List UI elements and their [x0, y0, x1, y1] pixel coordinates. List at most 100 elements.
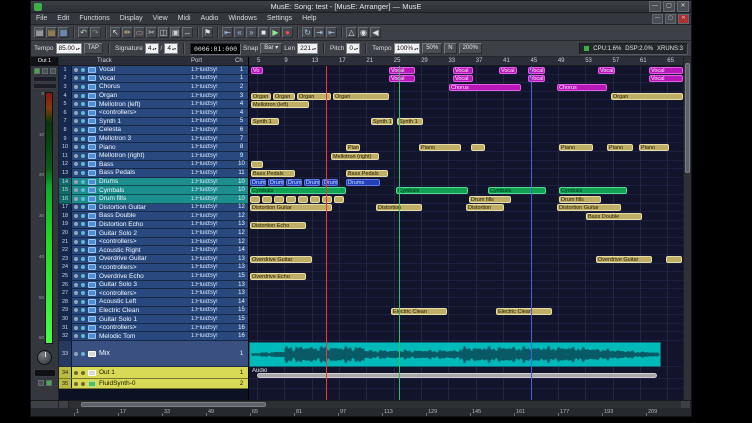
arranger-lane[interactable]	[249, 272, 683, 281]
track-row[interactable]: 20Guitar Solo 21:FluidSy!12	[59, 229, 248, 238]
track-row[interactable]: 22Acoustic Right1:FluidSy!14	[59, 246, 248, 255]
midi-part[interactable]: Piano	[559, 144, 593, 151]
monitor-dot[interactable]	[79, 308, 86, 312]
midi-part[interactable]: Drum	[286, 179, 302, 186]
track-row[interactable]: 11Mellotron (right)1:FluidSy!9	[59, 152, 248, 161]
midi-part[interactable]: Synth 1	[397, 118, 423, 125]
audio-waveform-part[interactable]	[249, 342, 661, 367]
track-port[interactable]: 1:FluidSy!	[191, 84, 235, 90]
menu-midi[interactable]: Midi	[173, 13, 196, 24]
midi-part[interactable]: Organ	[333, 93, 389, 100]
track-port[interactable]: 1:FluidSy!	[191, 282, 235, 288]
track-channel[interactable]: 12	[235, 239, 248, 245]
monitor-dot[interactable]	[79, 265, 86, 269]
eraser-tool-icon[interactable]: ▭	[134, 27, 145, 38]
midi-part[interactable]	[322, 196, 332, 203]
arranger-lane[interactable]	[249, 221, 683, 230]
record-arm-dot[interactable]	[72, 222, 79, 226]
monitor-dot[interactable]	[79, 154, 86, 158]
monitor-dot[interactable]	[79, 76, 86, 80]
record-arm-dot[interactable]	[72, 154, 79, 158]
midi-part[interactable]: Vocal	[649, 75, 683, 82]
tap-button[interactable]: TAP	[84, 43, 103, 54]
monitor-dot[interactable]	[79, 334, 86, 338]
monitor-dot[interactable]	[79, 128, 86, 132]
track-channel[interactable]: 13	[235, 221, 248, 227]
record-arm-dot[interactable]	[72, 68, 79, 72]
menu-settings[interactable]: Settings	[262, 13, 297, 24]
arranger-lanes[interactable]: VoVocalVocalVocalVocalVocalVocalVocalVoc…	[249, 66, 683, 400]
midi-part[interactable]: Vocal	[499, 67, 517, 74]
monitor-dot[interactable]	[79, 222, 86, 226]
record-arm-dot[interactable]	[72, 317, 79, 321]
monitor-dot[interactable]	[79, 137, 86, 141]
record-arm-dot[interactable]	[72, 308, 79, 312]
pan-knob[interactable]	[37, 350, 52, 365]
arranger-lane[interactable]	[249, 289, 683, 298]
midi-part[interactable]: Drum fills	[469, 196, 511, 203]
track-channel[interactable]: 9	[235, 153, 248, 159]
mute-button[interactable]	[42, 68, 48, 74]
track-port[interactable]: 1:FluidSy!	[191, 179, 235, 185]
track-channel[interactable]: 15	[235, 273, 248, 279]
midi-part[interactable]: Synth 1	[371, 118, 393, 125]
monitor-dot[interactable]	[79, 102, 86, 106]
menu-windows[interactable]: Windows	[223, 13, 261, 24]
track-row[interactable]: 4Organ1:FluidSy!3	[59, 92, 248, 101]
record-arm-dot[interactable]	[72, 197, 79, 201]
midi-part[interactable]: Distortion	[466, 204, 504, 211]
mdi-restore-button[interactable]: ▢	[665, 14, 676, 24]
track-channel[interactable]: 12	[235, 230, 248, 236]
track-row[interactable]: 9Mellotron 31:FluidSy!7	[59, 135, 248, 144]
midi-part[interactable]	[666, 256, 682, 263]
vertical-scrollbar-thumb[interactable]	[685, 63, 690, 173]
track-port[interactable]: 1:FluidSy!	[191, 110, 235, 116]
midi-part[interactable]	[298, 196, 308, 203]
monitor-dot[interactable]	[79, 231, 86, 235]
goto-start-icon[interactable]: ⇤	[222, 27, 233, 38]
arranger-lane[interactable]	[249, 118, 683, 127]
arranger-lane[interactable]	[249, 281, 683, 290]
track-port[interactable]: 1:FluidSy!	[191, 221, 235, 227]
midi-part[interactable]: Bass Pedals	[251, 170, 295, 177]
midi-part[interactable]: Piano	[607, 144, 633, 151]
track-port[interactable]: 1:FluidSy!	[191, 230, 235, 236]
track-port[interactable]: 1:FluidSy!	[191, 67, 235, 73]
arranger-lane[interactable]	[249, 379, 683, 389]
arranger-lane[interactable]	[249, 238, 683, 247]
midi-part[interactable]: Organ	[251, 93, 271, 100]
record-arm-dot[interactable]	[72, 300, 79, 304]
midi-part[interactable]: Overdrive Echo	[250, 273, 306, 280]
record-arm-dot[interactable]	[72, 128, 79, 132]
track-channel[interactable]: 6	[235, 127, 248, 133]
track-port[interactable]: 1:FluidSy!	[191, 127, 235, 133]
track-row[interactable]: 24<controllers>1:FluidSy!13	[59, 264, 248, 273]
arranger-lane[interactable]	[249, 169, 683, 178]
track-channel[interactable]: 5	[235, 118, 248, 124]
solo-button[interactable]	[50, 68, 56, 74]
midi-part[interactable]: Vocal	[453, 75, 473, 82]
close-button[interactable]: ✕	[677, 1, 689, 12]
titlebar[interactable]: MusE: Song: test - [MusE: Arranger] — Mu…	[31, 1, 691, 13]
midi-part[interactable]: Overdrive Guitar	[596, 256, 652, 263]
menu-view[interactable]: View	[148, 13, 173, 24]
arranger-lane[interactable]	[249, 246, 683, 255]
midi-part[interactable]: Vocal	[649, 67, 683, 74]
record-arm-dot[interactable]	[72, 382, 79, 386]
play-icon[interactable]: ▶	[270, 27, 281, 38]
track-channel[interactable]: 13	[235, 264, 248, 270]
midi-part[interactable]	[471, 144, 485, 151]
menu-file[interactable]: File	[31, 13, 52, 24]
track-channel[interactable]: 10	[235, 179, 248, 185]
midi-part[interactable]: Synth 1	[251, 118, 279, 125]
record-arm-dot[interactable]	[72, 180, 79, 184]
midi-part[interactable]	[286, 196, 296, 203]
track-row[interactable]: 29Electric Clean1:FluidSy!15	[59, 307, 248, 316]
track-channel[interactable]: 1	[235, 67, 248, 73]
track-row[interactable]: 23Overdrive Guitar1:FluidSy!13	[59, 255, 248, 264]
monitor-dot[interactable]	[79, 119, 86, 123]
track-row[interactable]: 10Piano1:FluidSy!8	[59, 143, 248, 152]
midi-part[interactable]: Mellotron (left)	[251, 101, 309, 108]
track-port[interactable]: 1:FluidSy!	[191, 290, 235, 296]
midi-part[interactable]: Organ	[273, 93, 295, 100]
